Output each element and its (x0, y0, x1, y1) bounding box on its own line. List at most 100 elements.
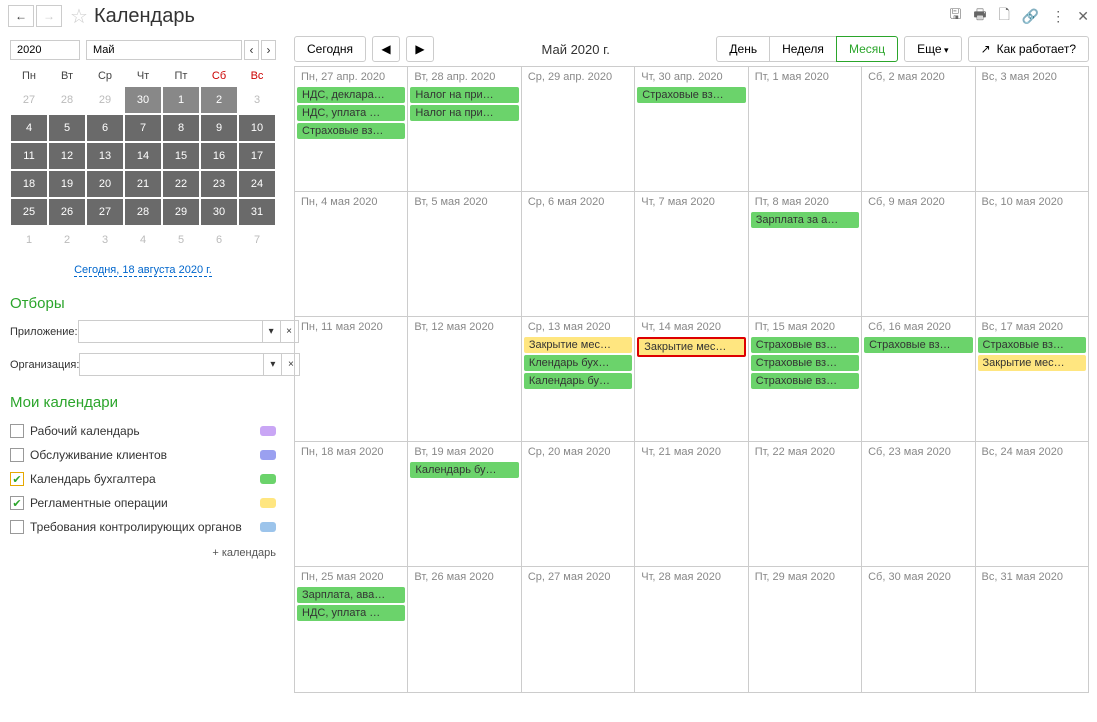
event[interactable]: Страховые вз… (864, 337, 972, 353)
minical-day[interactable]: 1 (162, 86, 200, 114)
minical-day[interactable]: 3 (86, 226, 124, 254)
day-cell[interactable]: Сб, 30 мая 2020 (862, 567, 975, 692)
calendar-item[interactable]: Регламентные операции (10, 491, 276, 515)
minical-day[interactable]: 15 (162, 142, 200, 170)
minical-day[interactable]: 30 (200, 198, 238, 226)
minical-day[interactable]: 19 (48, 170, 86, 198)
day-cell[interactable]: Вт, 12 мая 2020 (408, 317, 521, 441)
minical-day[interactable]: 29 (162, 198, 200, 226)
close-icon[interactable]: ✕ (1077, 8, 1089, 25)
minical-day[interactable]: 8 (162, 114, 200, 142)
preview-icon[interactable]: 🗋 (999, 4, 1010, 28)
calendar-item[interactable]: Требования контролирующих органов (10, 515, 276, 539)
minical-day[interactable]: 29 (86, 86, 124, 114)
minical-day[interactable]: 21 (124, 170, 162, 198)
minical-day[interactable]: 10 (238, 114, 276, 142)
day-cell[interactable]: Чт, 28 мая 2020 (635, 567, 748, 692)
day-cell[interactable]: Пн, 27 апр. 2020НДС, деклара…НДС, уплата… (295, 67, 408, 191)
minical-day[interactable]: 24 (238, 170, 276, 198)
filter-app-input[interactable] (78, 320, 263, 343)
day-cell[interactable]: Вт, 26 мая 2020 (408, 567, 521, 692)
day-cell[interactable]: Сб, 23 мая 2020 (862, 442, 975, 566)
view-month[interactable]: Месяц (836, 36, 898, 62)
minical-day[interactable]: 28 (48, 86, 86, 114)
day-cell[interactable]: Вт, 5 мая 2020 (408, 192, 521, 316)
event[interactable]: Закрытие мес… (978, 355, 1086, 371)
kebab-icon[interactable]: ⋮ (1051, 8, 1065, 25)
checendar-checkbox[interactable] (10, 496, 24, 510)
print-icon[interactable]: 🖶 (973, 4, 986, 28)
month-next[interactable]: › (261, 40, 276, 60)
minical-day[interactable]: 20 (86, 170, 124, 198)
forward-button[interactable]: → (36, 5, 62, 27)
event[interactable]: Зарплата, ава… (297, 587, 405, 603)
minical-day[interactable]: 16 (200, 142, 238, 170)
today-button[interactable]: Сегодня (294, 36, 366, 62)
event[interactable]: Зарплата за а… (751, 212, 859, 228)
event[interactable]: Страховые вз… (297, 123, 405, 139)
minical-day[interactable]: 18 (10, 170, 48, 198)
event[interactable]: Календарь бу… (524, 373, 632, 389)
event[interactable]: Налог на при… (410, 105, 518, 121)
day-cell[interactable]: Ср, 13 мая 2020Закрытие мес…Клендарь бух… (522, 317, 635, 441)
minical-day[interactable]: 22 (162, 170, 200, 198)
view-day[interactable]: День (716, 36, 770, 62)
day-cell[interactable]: Сб, 9 мая 2020 (862, 192, 975, 316)
filter-org-input[interactable] (79, 353, 264, 376)
day-cell[interactable]: Вс, 24 мая 2020 (976, 442, 1088, 566)
minical-day[interactable]: 27 (10, 86, 48, 114)
day-cell[interactable]: Пт, 8 мая 2020Зарплата за а… (749, 192, 862, 316)
day-cell[interactable]: Чт, 30 апр. 2020Страховые вз… (635, 67, 748, 191)
event[interactable]: Закрытие мес… (524, 337, 632, 353)
year-input[interactable] (10, 40, 80, 60)
month-prev[interactable]: ‹ (244, 40, 259, 60)
day-cell[interactable]: Пт, 22 мая 2020 (749, 442, 862, 566)
minical-day[interactable]: 4 (10, 114, 48, 142)
day-cell[interactable]: Чт, 14 мая 2020Закрытие мес… (635, 317, 748, 441)
minical-day[interactable]: 17 (238, 142, 276, 170)
day-cell[interactable]: Вс, 3 мая 2020 (976, 67, 1088, 191)
event[interactable]: НДС, деклара… (297, 87, 405, 103)
minical-day[interactable]: 7 (124, 114, 162, 142)
event[interactable]: Страховые вз… (751, 337, 859, 353)
minical-day[interactable]: 6 (200, 226, 238, 254)
day-cell[interactable]: Чт, 21 мая 2020 (635, 442, 748, 566)
minical-day[interactable]: 1 (10, 226, 48, 254)
more-button[interactable]: Еще (904, 36, 961, 62)
checendar-checkbox[interactable] (10, 520, 24, 534)
minical-day[interactable]: 4 (124, 226, 162, 254)
minical-day[interactable]: 25 (10, 198, 48, 226)
minical-day[interactable]: 28 (124, 198, 162, 226)
prev-button[interactable]: ◀ (372, 36, 400, 62)
event[interactable]: Клендарь бух… (524, 355, 632, 371)
minical-day[interactable]: 14 (124, 142, 162, 170)
day-cell[interactable]: Пт, 15 мая 2020Страховые вз…Страховые вз… (749, 317, 862, 441)
day-cell[interactable]: Ср, 6 мая 2020 (522, 192, 635, 316)
event[interactable]: Календарь бу… (410, 462, 518, 478)
event[interactable]: НДС, уплата … (297, 605, 405, 621)
event[interactable]: Закрытие мес… (637, 337, 745, 357)
filter-org-dropdown[interactable]: ▾ (264, 353, 282, 376)
day-cell[interactable]: Сб, 2 мая 2020 (862, 67, 975, 191)
link-icon[interactable]: 🔗 (1022, 8, 1039, 25)
minical-day[interactable]: 2 (200, 86, 238, 114)
minical-day[interactable]: 6 (86, 114, 124, 142)
month-input[interactable] (86, 40, 242, 60)
day-cell[interactable]: Вт, 28 апр. 2020Налог на при…Налог на пр… (408, 67, 521, 191)
star-icon[interactable]: ☆ (70, 4, 88, 29)
event[interactable]: Страховые вз… (751, 355, 859, 371)
day-cell[interactable]: Пт, 29 мая 2020 (749, 567, 862, 692)
help-button[interactable]: Как работает? (968, 36, 1089, 62)
minical-day[interactable]: 3 (238, 86, 276, 114)
minical-day[interactable]: 7 (238, 226, 276, 254)
event[interactable]: Страховые вз… (751, 373, 859, 389)
event[interactable]: Страховые вз… (978, 337, 1086, 353)
event[interactable]: НДС, уплата … (297, 105, 405, 121)
day-cell[interactable]: Пн, 4 мая 2020 (295, 192, 408, 316)
today-link[interactable]: Сегодня, 18 августа 2020 г. (74, 264, 212, 277)
minical-day[interactable]: 2 (48, 226, 86, 254)
day-cell[interactable]: Вс, 10 мая 2020 (976, 192, 1088, 316)
save-icon[interactable]: 🖫 (949, 4, 961, 28)
add-calendar[interactable]: + календарь (10, 547, 276, 559)
minical-day[interactable]: 30 (124, 86, 162, 114)
